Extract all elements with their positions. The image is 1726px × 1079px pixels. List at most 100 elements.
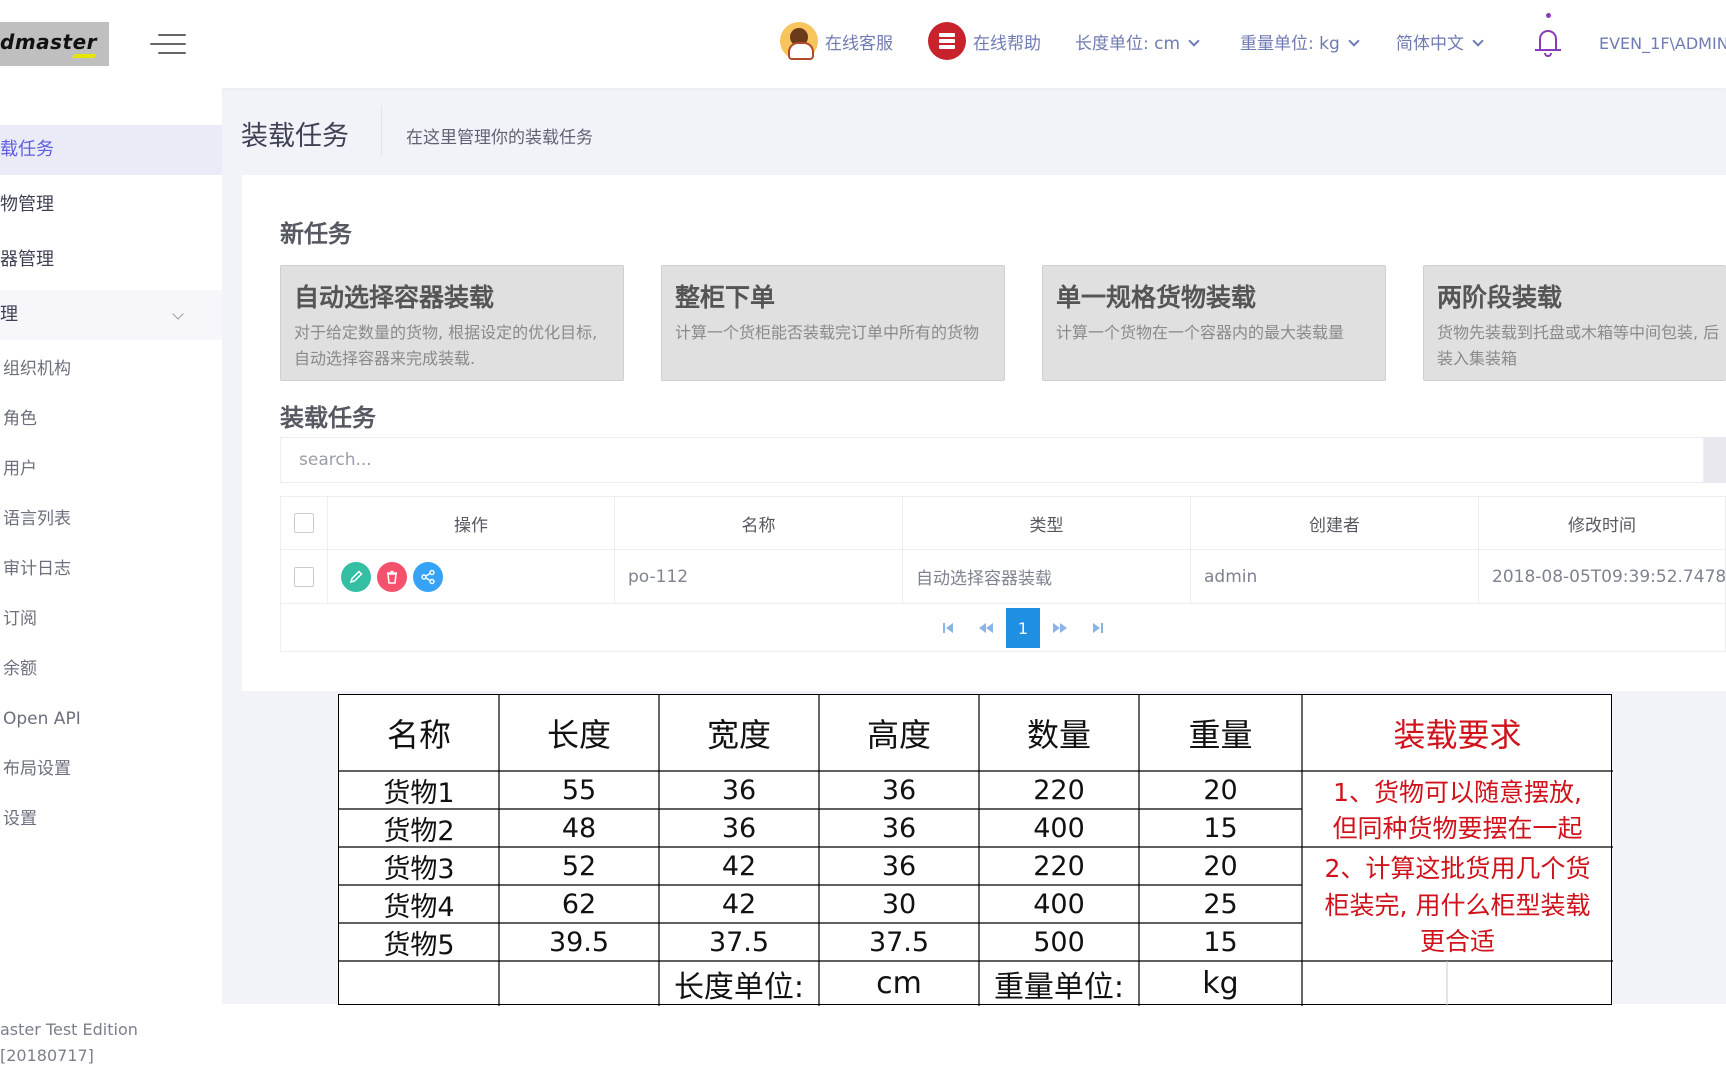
task-card-desc: 货物先装载到托盘或木箱等中间包装, 后装入集装箱 — [1437, 323, 1720, 368]
sheet-cell: 25 — [1203, 888, 1238, 920]
requirement-2-line-2: 柜装完, 用什么柜型装载 — [1324, 891, 1591, 920]
sheet-weight-unit: kg — [1202, 966, 1239, 1001]
delete-button[interactable] — [377, 561, 407, 592]
weight-unit-dropdown[interactable]: 重量单位: kg — [1240, 30, 1360, 58]
sheet-cell: 20 — [1203, 774, 1238, 806]
row-actions-cell — [328, 550, 615, 603]
sidebar-item-containers[interactable]: 器管理 — [0, 235, 222, 285]
task-card-two-stage[interactable]: 两阶段装载 货物先装载到托盘或木箱等中间包装, 后装入集装箱 — [1423, 265, 1726, 381]
sheet-cell: 36 — [721, 774, 757, 806]
first-page-button[interactable] — [931, 608, 965, 648]
requirement-1-line-1: 1、货物可以随意摆放, — [1333, 778, 1582, 807]
page-title: 装载任务 — [241, 121, 349, 152]
language-dropdown[interactable]: 简体中文 — [1396, 30, 1484, 58]
sheet-cell: 52 — [561, 850, 597, 882]
length-unit-dropdown[interactable]: 长度单位: cm — [1075, 30, 1200, 58]
sheet-weight-unit-label: 重量单位: — [993, 969, 1125, 1005]
support-avatar-icon[interactable] — [780, 22, 818, 60]
column-header-creator[interactable]: 创建者 — [1191, 497, 1479, 549]
sheet-cell: 36 — [881, 812, 917, 844]
next-page-icon — [1053, 623, 1067, 633]
sheet-cell: 37.5 — [708, 926, 770, 958]
sheet-cell: 48 — [561, 812, 597, 844]
row-name-cell: po-112 — [615, 550, 903, 603]
search-button[interactable] — [1704, 437, 1726, 483]
sidebar-sub-users[interactable]: 用户 — [3, 449, 37, 489]
last-page-icon — [1093, 623, 1103, 633]
weight-unit-label: 重量单位: kg — [1240, 34, 1340, 54]
online-help-link[interactable]: 在线帮助 — [973, 30, 1041, 58]
search-input[interactable] — [280, 437, 1704, 483]
sheet-header-weight: 重量 — [1188, 716, 1253, 754]
sidebar-item-cargo[interactable]: 物管理 — [0, 180, 222, 230]
task-card-title: 两阶段装载 — [1437, 283, 1563, 312]
footer-edition: aster Test Edition — [0, 1020, 138, 1039]
sidebar-sub-balance[interactable]: 余额 — [3, 649, 37, 689]
menu-toggle-icon[interactable] — [150, 34, 186, 56]
footer-build: [20180717] — [0, 1046, 94, 1065]
task-card-single-sku[interactable]: 单一规格货物装载 计算一个货物在一个容器内的最大装载量 — [1042, 265, 1386, 381]
user-menu[interactable]: EVEN_1F\ADMIN — [1599, 30, 1726, 58]
next-page-button[interactable] — [1043, 608, 1077, 648]
sidebar-item-admin[interactable]: 理 — [0, 290, 222, 340]
row-modified-cell: 2018-08-05T09:39:52.7478199 — [1492, 566, 1725, 587]
sheet-cell: 30 — [881, 888, 917, 920]
requirement-2-line-3: 更合适 — [1419, 927, 1495, 956]
edit-button[interactable] — [341, 561, 371, 592]
column-header-name[interactable]: 名称 — [615, 497, 903, 549]
sheet-header-width: 宽度 — [706, 716, 771, 754]
sidebar-sub-roles[interactable]: 角色 — [3, 399, 37, 439]
page-description: 在这里管理你的装载任务 — [406, 128, 593, 148]
sheet-cell: 15 — [1203, 812, 1238, 844]
column-header-actions[interactable]: 操作 — [328, 497, 615, 549]
sheet-header-name: 名称 — [386, 716, 451, 754]
sidebar-item-loading-tasks[interactable]: 载任务 — [0, 125, 222, 175]
sidebar-sub-open-api[interactable]: Open API — [3, 699, 81, 739]
previous-page-icon — [979, 623, 993, 633]
chevron-down-icon — [1472, 35, 1484, 47]
select-all-checkbox[interactable] — [294, 513, 314, 533]
task-card-desc: 计算一个货物在一个容器内的最大装载量 — [1056, 323, 1345, 342]
sheet-cell: 220 — [1033, 850, 1085, 882]
task-card-full-container[interactable]: 整柜下单 计算一个货柜能否装载完订单中所有的货物 — [661, 265, 1005, 381]
sidebar-sub-languages[interactable]: 语言列表 — [3, 499, 71, 539]
task-card-title: 单一规格货物装载 — [1056, 283, 1257, 312]
footer: aster Test Edition [20180717] — [0, 1004, 1726, 1079]
previous-page-button[interactable] — [969, 608, 1003, 648]
notification-dot — [1546, 13, 1551, 18]
new-task-heading: 新任务 — [280, 220, 352, 248]
sidebar: 载任务 物管理 器管理 理 组织机构 角色 用户 语言列表 审计日志 订阅 余额… — [0, 88, 222, 1004]
sidebar-sub-settings[interactable]: 设置 — [3, 799, 37, 839]
sidebar-sub-organization[interactable]: 组织机构 — [3, 349, 71, 389]
sheet-header-length: 长度 — [546, 716, 611, 754]
sheet-cell: 42 — [721, 850, 757, 882]
sheet-cell: 货物1 — [383, 777, 455, 809]
share-button[interactable] — [413, 561, 443, 592]
column-header-modified[interactable]: 修改时间 — [1479, 497, 1725, 549]
chevron-down-icon — [1348, 35, 1360, 47]
sheet-cell: 货物4 — [383, 891, 455, 923]
header-select-cell — [281, 497, 328, 549]
sheet-cell: 55 — [561, 774, 597, 806]
sheet-length-unit: cm — [876, 966, 922, 1001]
sheet-cell: 15 — [1203, 926, 1238, 958]
help-book-icon[interactable] — [928, 22, 966, 60]
column-header-type[interactable]: 类型 — [903, 497, 1191, 549]
sidebar-sub-audit-logs[interactable]: 审计日志 — [3, 549, 71, 589]
task-card-title: 整柜下单 — [675, 283, 776, 312]
share-icon — [421, 569, 435, 584]
online-support-link[interactable]: 在线客服 — [825, 30, 893, 58]
sheet-cell: 36 — [881, 774, 917, 806]
page-number-button[interactable]: 1 — [1006, 608, 1040, 648]
bell-icon[interactable] — [1535, 28, 1561, 58]
row-checkbox[interactable] — [294, 566, 314, 587]
task-card-auto-container[interactable]: 自动选择容器装载 对于给定数量的货物, 根据设定的优化目标, 自动选择容器来完成… — [280, 265, 624, 381]
sidebar-sub-subscription[interactable]: 订阅 — [3, 599, 37, 639]
last-page-button[interactable] — [1081, 608, 1115, 648]
sidebar-sub-layout-settings[interactable]: 布局设置 — [3, 749, 71, 789]
task-card-desc: 对于给定数量的货物, 根据设定的优化目标, 自动选择容器来完成装载. — [294, 323, 598, 368]
sheet-cell: 37.5 — [868, 926, 930, 958]
title-divider — [381, 106, 382, 156]
sheet-header-requirements: 装载要求 — [1393, 716, 1522, 754]
app-logo[interactable]: dmaster — [0, 22, 109, 66]
